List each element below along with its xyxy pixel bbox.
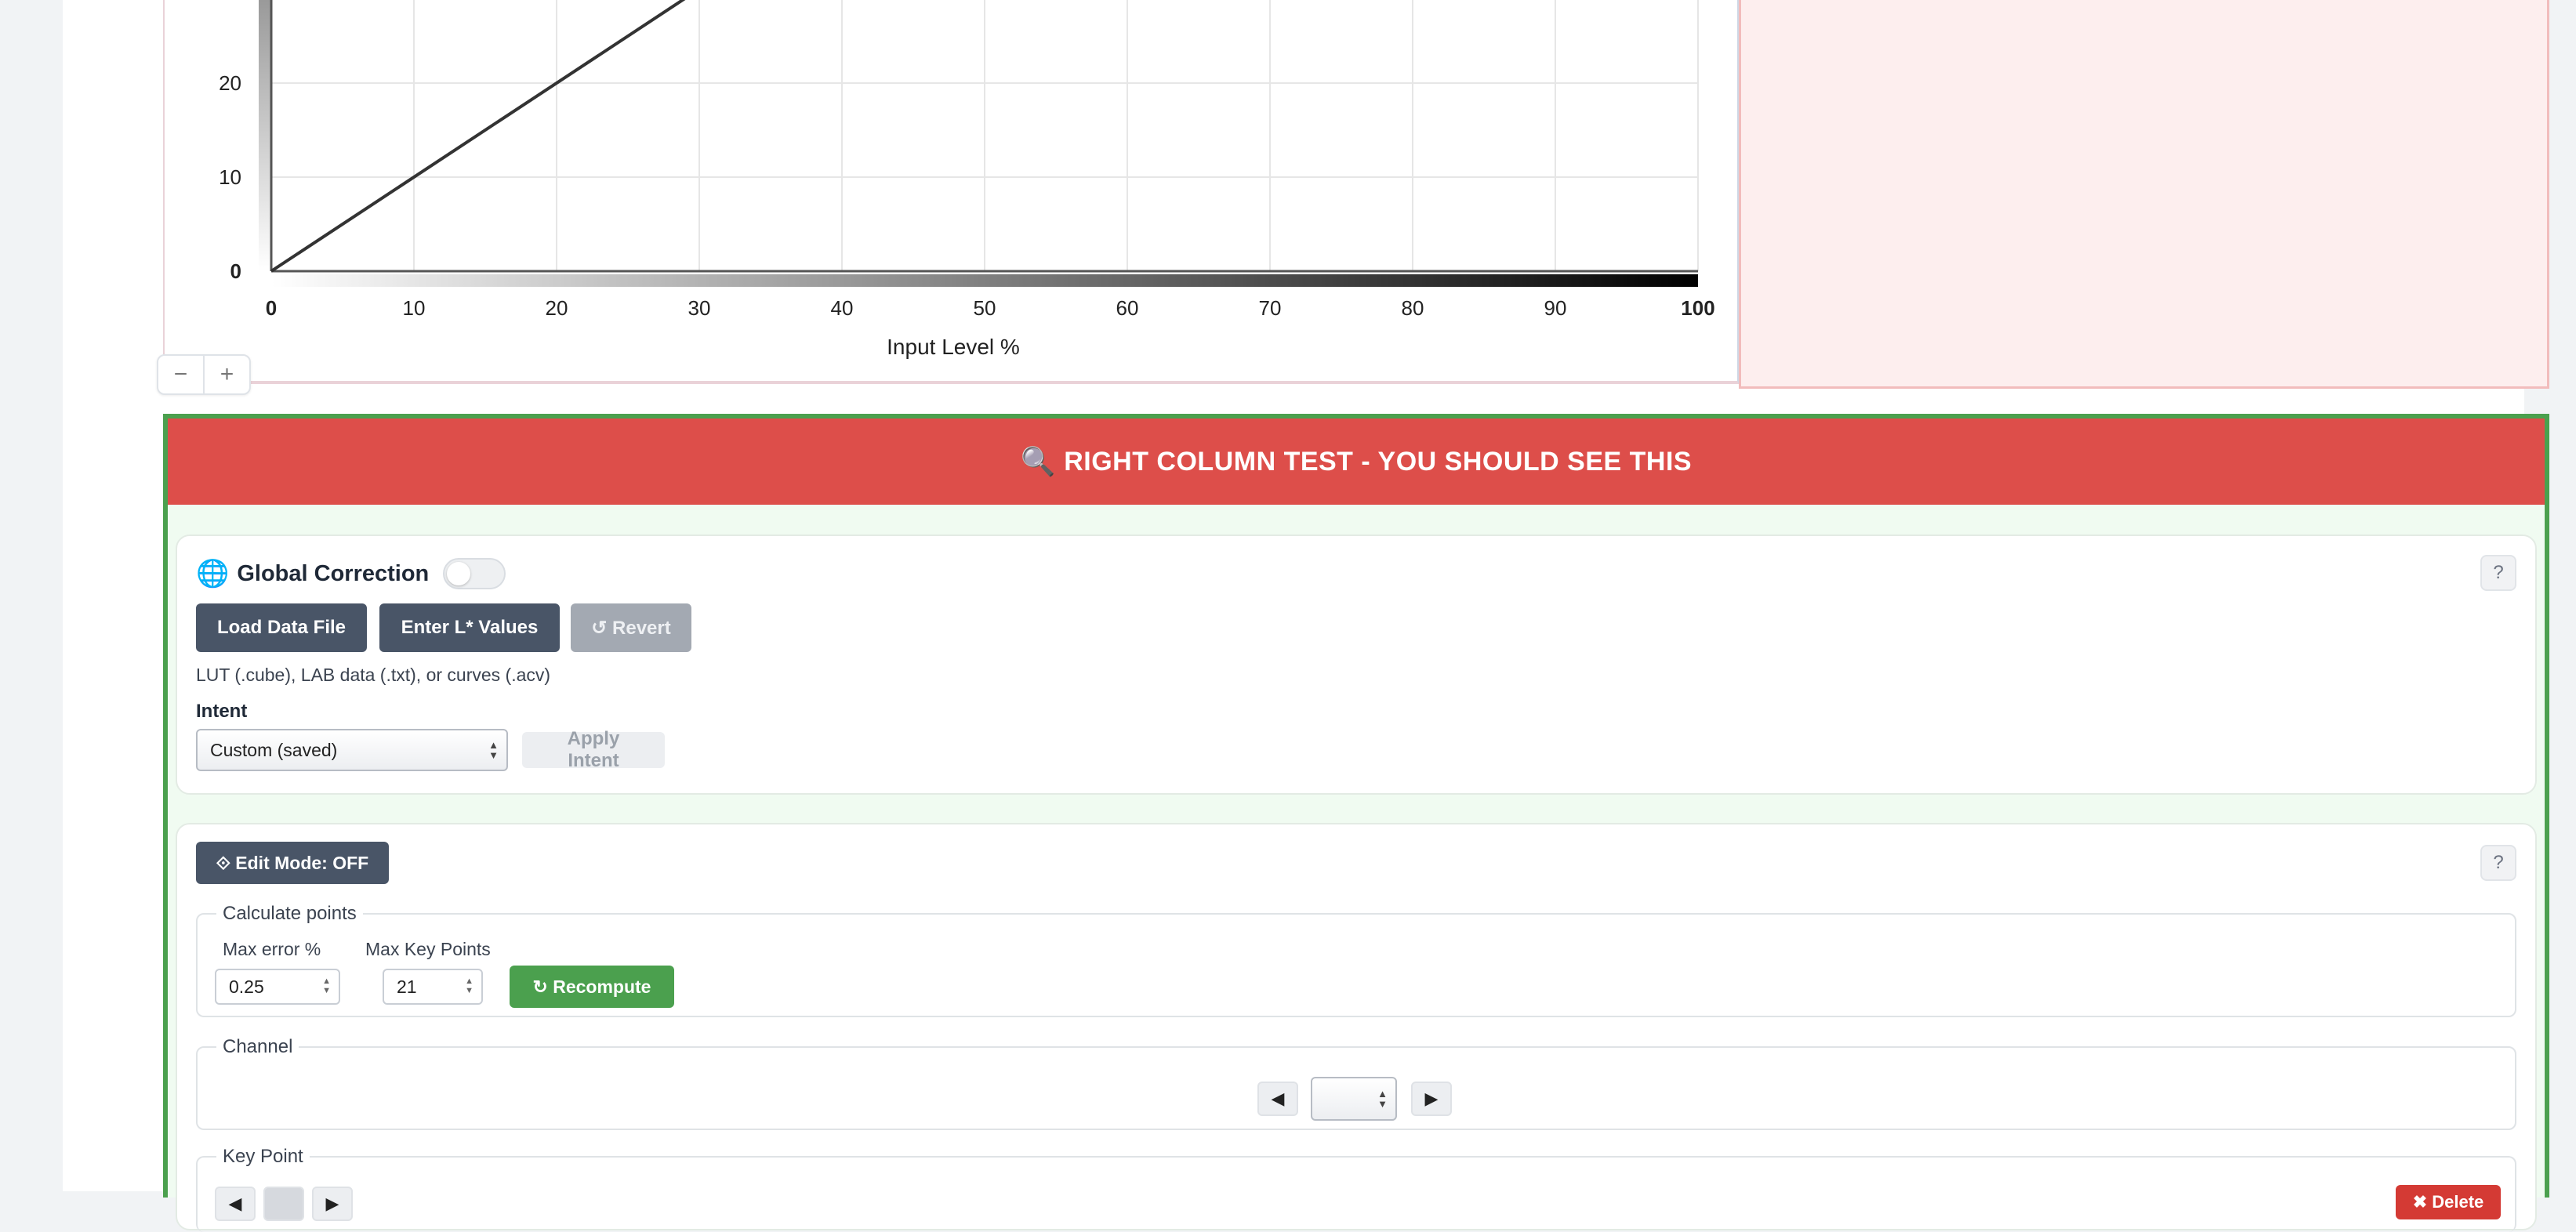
key-point-legend: Key Point [223,1146,303,1167]
max-error-input[interactable]: 0.25 ▲ ▼ [215,969,340,1005]
intent-label: Intent [196,701,248,722]
spinner-icon: ▲ ▼ [322,977,331,995]
max-error-label: Max error % [223,939,321,959]
test-banner: 🔍 RIGHT COLUMN TEST - YOU SHOULD SEE THI… [168,419,2545,505]
x-axis-label: Input Level % [887,335,1020,359]
channel-select[interactable]: ▲ ▼ [1311,1077,1397,1121]
curve-chart-panel: 0 10 20 30 40 50 60 70 80 90 100 0 10 20 Input Level … [163,0,1739,384]
x-tick-label: 90 [1544,296,1567,320]
channel-prev-button[interactable]: ◀ [1257,1082,1298,1116]
intent-select-value: Custom (saved) [210,739,338,760]
load-data-file-button[interactable]: Load Data File [196,603,367,652]
x-tick-label: 70 [1259,296,1282,320]
x-tick-label: 100 [1681,296,1714,320]
x-gradient-bar [271,274,1698,287]
x-tick-label: 50 [974,296,996,320]
spinner-icon: ▲ ▼ [465,977,473,995]
select-arrows-icon: ▲ ▼ [488,739,499,761]
global-correction-toggle[interactable] [443,558,506,589]
global-correction-card: 🌐 Global Correction ? Load Data File Ent… [176,534,2537,795]
globe-icon: 🌐 [196,559,230,589]
channel-legend: Channel [223,1036,293,1057]
y-tick-label: 20 [219,71,241,95]
edit-help-button[interactable]: ? [2480,845,2516,881]
delete-keypoint-button[interactable]: ✖ Delete [2396,1185,2501,1219]
max-key-points-value: 21 [397,976,417,997]
y-tick-label: 10 [219,165,241,189]
channel-next-button[interactable]: ▶ [1411,1082,1452,1116]
global-correction-title: Global Correction [237,560,430,586]
file-type-hint: LUT (.cube), LAB data (.txt), or curves … [196,665,551,685]
enter-l-values-button[interactable]: Enter L* Values [379,603,560,652]
right-panel-placeholder [1739,0,2549,389]
x-tick-label: 10 [403,296,426,320]
zoom-in-button[interactable]: + [203,356,249,393]
edit-mode-button[interactable]: ⟐ Edit Mode: OFF [196,842,389,884]
x-tick-label: 80 [1402,296,1424,320]
x-tick-label: 40 [831,296,854,320]
calculate-points-legend: Calculate points [223,903,357,924]
keypoint-prev-button[interactable]: ◀ [215,1187,256,1221]
key-point-group: Key Point [196,1146,2516,1232]
right-column: 🔍 RIGHT COLUMN TEST - YOU SHOULD SEE THI… [163,414,2549,1232]
y-tick-label: 0 [230,259,241,283]
max-key-points-input[interactable]: 21 ▲ ▼ [383,969,483,1005]
recompute-button[interactable]: ↻ Recompute [510,966,674,1008]
keypoint-select-button[interactable] [263,1187,304,1221]
max-error-value: 0.25 [229,976,264,997]
zoom-out-button[interactable]: − [158,356,203,393]
edit-card: ⟐ Edit Mode: OFF ? Calculate points Max … [176,823,2537,1232]
x-tick-label: 60 [1116,296,1139,320]
y-gradient-bar [259,0,271,271]
global-help-button[interactable]: ? [2480,555,2516,591]
curve-chart[interactable]: 0 10 20 30 40 50 60 70 80 90 100 0 10 20 Input Level … [165,0,1740,384]
apply-intent-button[interactable]: Apply Intent [522,728,665,771]
page: 0 10 20 30 40 50 60 70 80 90 100 0 10 20 Input Level … [63,0,2549,1232]
toggle-knob [447,562,471,585]
revert-button[interactable]: ↺ Revert [571,603,691,652]
magnifier-icon: 🔍 [1020,445,1057,477]
zoom-controls: − + [157,354,251,395]
keypoint-next-button[interactable]: ▶ [312,1187,353,1221]
intent-select[interactable]: Custom (saved) ▲ ▼ [196,729,508,771]
test-banner-text: RIGHT COLUMN TEST - YOU SHOULD SEE THIS [1064,446,1693,476]
max-key-points-label: Max Key Points [365,939,491,959]
x-tick-label: 30 [688,296,711,320]
select-arrows-icon: ▲ ▼ [1377,1088,1388,1110]
x-tick-label: 20 [546,296,568,320]
x-tick-label: 0 [266,296,277,320]
